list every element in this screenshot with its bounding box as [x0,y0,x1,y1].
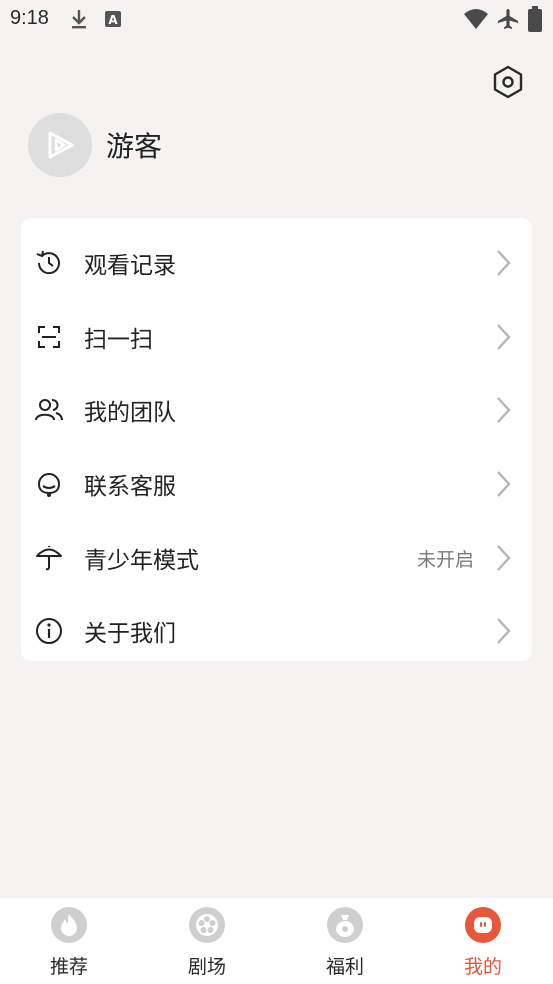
chevron-right-icon [497,545,511,571]
user-profile[interactable]: 游客 [28,113,162,177]
menu-item-watch-history[interactable]: 观看记录 [21,226,532,300]
profile-face-icon [465,907,501,943]
headset-icon [33,468,65,500]
play-logo-icon [48,131,74,159]
menu-item-about-us[interactable]: 关于我们 [21,594,532,668]
chevron-right-icon [497,324,511,350]
svg-text:A: A [108,13,118,27]
tab-recommend[interactable]: 推荐 [0,898,138,984]
settings-hexagon-icon[interactable] [490,64,526,100]
tab-welfare[interactable]: 福利 [276,898,414,984]
menu-value-teen-mode: 未开启 [416,548,474,571]
battery-icon [528,6,542,32]
tab-theater[interactable]: 剧场 [138,898,276,984]
tab-label-mine: 我的 [463,956,502,978]
menu-label-teen-mode: 青少年模式 [84,548,199,574]
tab-mine[interactable]: 我的 [414,898,552,984]
profile-name: 游客 [106,130,163,163]
menu-item-customer-service[interactable]: 联系客服 [21,447,532,521]
bottom-tab-bar: 推荐 剧场 福利 我的 [0,898,553,984]
chevron-right-icon [497,397,511,423]
keyboard-a-icon: A [105,11,121,27]
wifi-icon [464,9,488,29]
tab-label-recommend: 推荐 [49,956,88,978]
menu-label-scan: 扫一扫 [84,327,153,353]
status-time: 9:18 [10,7,49,29]
menu-label-about-us: 关于我们 [84,621,176,647]
menu-label-my-team: 我的团队 [84,400,176,426]
flame-icon [51,907,87,943]
download-icon [72,10,86,29]
tab-label-theater: 剧场 [187,956,226,978]
umbrella-icon [33,542,65,574]
airplane-icon [498,9,518,29]
menu-item-my-team[interactable]: 我的团队 [21,373,532,447]
film-reel-icon [189,907,225,943]
history-clock-icon [33,247,65,279]
scan-icon [33,321,65,353]
info-icon [33,615,65,647]
chevron-right-icon [497,618,511,644]
menu-label-watch-history: 观看记录 [84,253,176,279]
menu-label-customer-service: 联系客服 [84,474,176,500]
chevron-right-icon [497,250,511,276]
avatar[interactable] [28,113,92,177]
menu-item-teen-mode[interactable]: 青少年模式 未开启 [21,521,532,595]
chevron-right-icon [497,471,511,497]
status-bar: 9:18 A [0,0,553,38]
team-icon [33,394,65,426]
menu-item-scan[interactable]: 扫一扫 [21,300,532,374]
money-bag-icon [327,907,363,943]
tab-label-welfare: 福利 [325,956,364,978]
menu-card: 观看记录 扫一扫 我的团队 联系客服 青少年模式 未开启 关于我们 [21,218,532,661]
